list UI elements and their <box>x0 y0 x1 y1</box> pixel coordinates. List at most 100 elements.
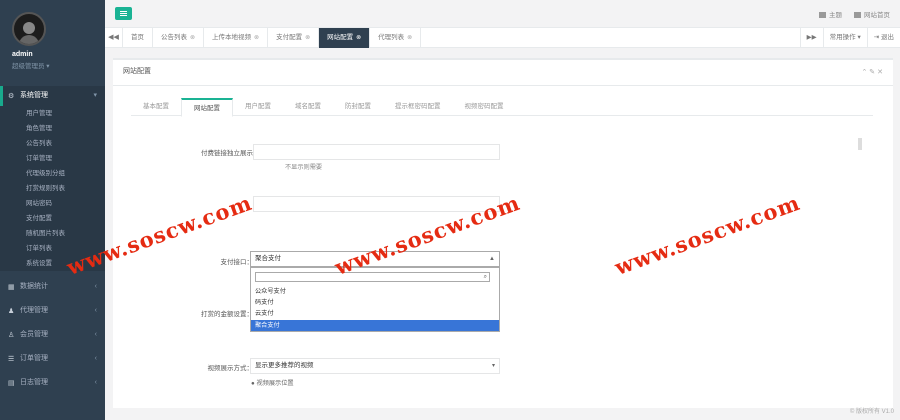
chevron-left-icon: ‹ <box>94 331 97 338</box>
sidebar-group-label: 日志管理 <box>20 379 48 386</box>
menu-toggle-button[interactable] <box>115 7 132 20</box>
log-icon: ▤ <box>8 379 15 387</box>
chevron-left-icon: ‹ <box>94 355 97 362</box>
close-icon[interactable]: ⊗ <box>190 28 195 48</box>
dropdown-option[interactable]: 码支付 <box>251 297 494 308</box>
common-ops-dropdown[interactable]: 常用操作 ▾ <box>822 28 867 48</box>
paid-link-input[interactable] <box>253 144 500 160</box>
chevron-left-icon: ‹ <box>94 379 97 386</box>
tab-home[interactable]: 首页 <box>123 28 153 48</box>
page-tabs-bar: ◀◀ 首页 公告列表 ⊗ 上传本地视频 ⊗ 支付配置 ⊗ 网站配置 ⊗ 代理列表 ⊗ ▶▶… <box>105 28 900 48</box>
sidebar-group-label: 数据统计 <box>20 283 48 290</box>
sidebar-item[interactable]: 打赏规则列表 <box>0 181 105 196</box>
sidebar-group-system[interactable]: ⚙ 系统管理 ▾ <box>0 86 105 106</box>
reward-amount-label: 打赏的金额设置： <box>201 311 253 318</box>
sidebar-group-member[interactable]: ♙ 会员管理 ‹ <box>0 325 105 345</box>
sidebar-group-stats[interactable]: ▦ 数据统计 ‹ <box>0 277 105 297</box>
top-right-links: 主题 网站首页 <box>819 9 890 19</box>
tabs-scroll-left-button[interactable]: ◀◀ <box>105 28 123 48</box>
page-tabs: 首页 公告列表 ⊗ 上传本地视频 ⊗ 支付配置 ⊗ 网站配置 ⊗ 代理列表 ⊗ <box>123 28 422 48</box>
config-panel: 网站配置 ⌃ ✎ ✕ 基本配置 网站配置 用户配置 域名配置 防封配置 提示框密… <box>113 58 893 408</box>
sidebar-item[interactable]: 订单列表 <box>0 241 105 256</box>
sidebar-group-label: 代理管理 <box>20 307 48 314</box>
tab-domain-config[interactable]: 域名配置 <box>283 98 333 116</box>
search-icon: ⌕ <box>483 274 487 280</box>
gear-icon: ⚙ <box>8 92 15 100</box>
sidebar-item[interactable]: 网站密码 <box>0 196 105 211</box>
sidebar-item[interactable]: 角色管理 <box>0 121 105 136</box>
dropdown-search-input[interactable]: ⌕ <box>255 272 490 282</box>
sidebar-group-label: 系统管理 <box>20 92 48 99</box>
users-icon: ♟ <box>8 307 15 315</box>
video-display-label: 视频展示方式： <box>207 365 254 372</box>
user-name: admin <box>12 51 33 58</box>
chart-icon: ▦ <box>8 283 15 291</box>
tab-upload-video[interactable]: 上传本地视频 ⊗ <box>204 28 269 48</box>
paid-link-label: 付费链接独立展示 <box>201 150 253 157</box>
sidebar-group-order[interactable]: ☰ 订单管理 ‹ <box>0 349 105 369</box>
scrollbar-thumb[interactable] <box>858 138 862 150</box>
logout-button[interactable]: ⇥ 退出 <box>866 28 900 48</box>
tab-site-config[interactable]: 网站配置 ⊗ <box>319 28 371 48</box>
dropdown-option[interactable]: 云支付 <box>251 308 494 319</box>
chevron-left-icon: ‹ <box>94 283 97 290</box>
panel-title: 网站配置 <box>113 60 893 86</box>
dropdown-option-selected[interactable]: 聚合支付 <box>251 320 499 331</box>
sidebar-group-label: 会员管理 <box>20 331 48 338</box>
paid-link-hint: 不显示则需要 <box>285 164 323 171</box>
video-display-select[interactable]: 显示更多推荐的视频 ▾ <box>250 358 500 374</box>
close-icon[interactable]: ⊗ <box>305 28 310 48</box>
tab-popup-password-config[interactable]: 提示框密码配置 <box>383 98 453 116</box>
tab-user-config[interactable]: 用户配置 <box>233 98 283 116</box>
config-inner-tabs: 基本配置 网站配置 用户配置 域名配置 防封配置 提示框密码配置 视频密码配置 <box>131 98 873 117</box>
dropdown-option[interactable]: 公众号支付 <box>251 286 494 297</box>
sidebar-item[interactable]: 支付配置 <box>0 211 105 226</box>
user-role-menu[interactable]: 超级管理员 ▾ <box>12 60 105 70</box>
close-icon[interactable]: ⊗ <box>407 28 412 48</box>
tab-video-password-config[interactable]: 视频密码配置 <box>453 98 516 116</box>
footer-version: © 版权所有 V1.0 <box>849 409 894 415</box>
sidebar-item[interactable]: 公告列表 <box>0 136 105 151</box>
sidebar: admin 超级管理员 ▾ ⚙ 系统管理 ▾ 用户管理 角色管理 公告列表 订单… <box>0 0 105 420</box>
chevron-down-icon: ▾ <box>491 363 495 369</box>
sidebar-item[interactable]: 代理级别分组 <box>0 166 105 181</box>
video-display-value: 显示更多推荐的视频 <box>255 362 314 369</box>
sidebar-item[interactable]: 随机图片列表 <box>0 226 105 241</box>
tab-announcements[interactable]: 公告列表 ⊗ <box>153 28 205 48</box>
envelope-icon <box>819 12 826 19</box>
payment-interface-label: 支付接口： <box>220 259 254 266</box>
panel-tools[interactable]: ⌃ ✎ ✕ <box>862 68 884 76</box>
payment-interface-value: 聚合支付 <box>255 255 281 262</box>
video-display-help: ● 视频展示位置 <box>251 380 294 387</box>
tab-site-config-inner[interactable]: 网站配置 <box>181 98 233 117</box>
hidden-row-input[interactable] <box>253 196 500 212</box>
sidebar-item[interactable]: 订单管理 <box>0 151 105 166</box>
avatar[interactable] <box>12 12 46 46</box>
sidebar-group-label: 订单管理 <box>20 355 48 362</box>
site-home-link[interactable]: 网站首页 <box>854 9 890 19</box>
chevron-down-icon: ▾ <box>93 92 97 99</box>
messages-link[interactable]: 主题 <box>819 9 842 19</box>
close-icon[interactable]: ⊗ <box>356 28 361 48</box>
payment-interface-select[interactable]: 聚合支付 ▲ <box>250 251 500 267</box>
chevron-down-icon: ▲ <box>489 256 495 262</box>
tab-agent-list[interactable]: 代理列表 ⊗ <box>370 28 422 48</box>
sidebar-item[interactable]: 用户管理 <box>0 106 105 121</box>
tabs-scroll-right-button[interactable]: ▶▶ <box>799 28 823 48</box>
tab-payment-config[interactable]: 支付配置 ⊗ <box>268 28 320 48</box>
close-icon[interactable]: ⊗ <box>254 28 259 48</box>
sidebar-group-log[interactable]: ▤ 日志管理 ‹ <box>0 373 105 393</box>
home-icon <box>854 12 861 19</box>
tab-antiblock-config[interactable]: 防封配置 <box>333 98 383 116</box>
tab-basic-config[interactable]: 基本配置 <box>131 98 181 116</box>
sidebar-submenu: 用户管理 角色管理 公告列表 订单管理 代理级别分组 打赏规则列表 网站密码 支… <box>0 106 105 271</box>
list-icon: ☰ <box>8 355 15 363</box>
top-navbar: 主题 网站首页 <box>105 0 900 28</box>
sidebar-item[interactable]: 系统设置 <box>0 256 105 271</box>
chevron-left-icon: ‹ <box>94 307 97 314</box>
user-profile: admin 超级管理员 ▾ <box>0 0 105 80</box>
sidebar-group-agent[interactable]: ♟ 代理管理 ‹ <box>0 301 105 321</box>
payment-interface-dropdown: ⌕ 公众号支付 码支付 云支付 聚合支付 <box>250 267 500 332</box>
tabs-right-controls: ▶▶ 常用操作 ▾ ⇥ 退出 <box>799 28 900 48</box>
user-icon: ♙ <box>8 331 15 339</box>
